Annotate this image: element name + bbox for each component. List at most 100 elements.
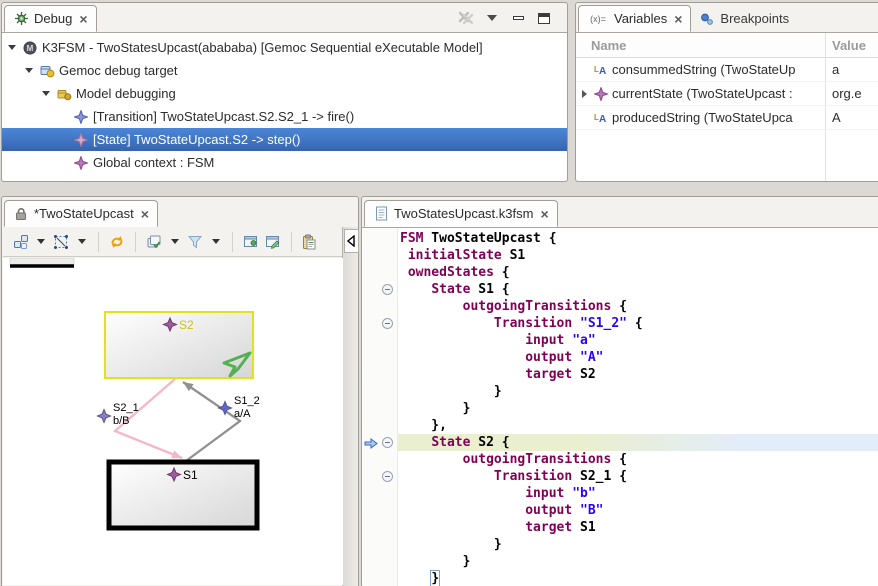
expander-expanded-icon[interactable] (40, 91, 52, 96)
tab-debug[interactable]: Debug × (4, 5, 97, 32)
transition-edge-S1_2[interactable] (183, 382, 240, 461)
code-line[interactable]: State S1 { (398, 281, 878, 298)
tree-item[interactable]: Gemoc debug target (2, 59, 567, 82)
tree-item[interactable]: MK3FSM - TwoStatesUpcast(abababa) [Gemoc… (2, 36, 567, 59)
fold-marker-icon[interactable] (382, 437, 393, 448)
variable-row[interactable]: LAconsummedString (TwoStateUpa (576, 58, 878, 82)
layers-icon[interactable] (144, 230, 165, 254)
object-variable-icon (593, 86, 609, 102)
code-token: S1 (502, 248, 525, 263)
edit-diagram-icon[interactable] (263, 230, 283, 254)
stack-frame-blue-icon (73, 109, 89, 125)
code-line[interactable]: output "B" (398, 502, 878, 519)
code-line[interactable]: initialState S1 (398, 247, 878, 264)
code-token (400, 367, 525, 382)
expander-expanded-icon[interactable] (23, 68, 35, 73)
code-token: { (611, 452, 627, 467)
code-token: "S1_2" (580, 316, 627, 331)
expander-expanded-icon[interactable] (6, 45, 18, 50)
tab-breakpoints[interactable]: Breakpoints (691, 5, 797, 32)
code-line[interactable]: }, (398, 417, 878, 434)
tree-item-label: [Transition] TwoStateUpcast.S2.S2_1 -> f… (93, 109, 354, 124)
code-line[interactable]: ownedStates { (398, 264, 878, 281)
close-icon[interactable]: × (674, 14, 682, 24)
code-line[interactable]: target S1 (398, 519, 878, 536)
variable-name: consummedString (TwoStateUp (612, 62, 796, 77)
dropdown-arrow-icon[interactable] (171, 239, 179, 244)
code-line[interactable]: FSM TwoStateUpcast { (398, 230, 878, 247)
state-label[interactable]: S1 (183, 468, 198, 482)
code-line[interactable]: } (398, 383, 878, 400)
code-token (400, 299, 463, 314)
variable-name: producedString (TwoStateUpca (612, 110, 793, 125)
maximize-icon[interactable] (531, 8, 557, 28)
tree-item-selected[interactable]: [State] TwoStateUpcast.S2 -> step() (2, 128, 567, 151)
partial-state[interactable] (10, 258, 74, 265)
transition-guard-label[interactable]: a/A (234, 408, 251, 420)
code-line[interactable]: target S2 (398, 366, 878, 383)
code-area[interactable]: FSM TwoStateUpcast { initialState S1 own… (398, 228, 878, 586)
fold-marker-icon[interactable] (382, 471, 393, 482)
collapse-palette-icon[interactable] (344, 229, 359, 253)
code-line[interactable]: input "a" (398, 332, 878, 349)
code-token: output (525, 503, 572, 518)
code-line[interactable]: State S2 { (398, 434, 878, 451)
minimize-icon[interactable] (505, 8, 531, 28)
code-line[interactable]: Transition S2_1 { (398, 468, 878, 485)
tab-diagram[interactable]: *TwoStateUpcast × (4, 200, 158, 227)
transition-guard-label[interactable]: b/B (113, 415, 130, 427)
expander-collapsed-icon[interactable] (578, 90, 590, 98)
code-line[interactable]: output "A" (398, 349, 878, 366)
code-line[interactable]: outgoingTransitions { (398, 451, 878, 468)
close-icon[interactable]: × (79, 14, 87, 24)
tree-item[interactable]: [Transition] TwoStateUpcast.S2.S2_1 -> f… (2, 105, 567, 128)
code-line[interactable]: } (398, 553, 878, 570)
tab-variables[interactable]: (x)= Variables × (578, 5, 691, 32)
toolbar-separator (135, 232, 136, 252)
code-token: S2 { (470, 435, 509, 450)
dropdown-arrow-icon[interactable] (37, 239, 45, 244)
transition-label[interactable]: S1_2 (234, 395, 260, 407)
code-line[interactable]: } (398, 536, 878, 553)
code-line[interactable]: } (398, 400, 878, 417)
dropdown-arrow-icon[interactable] (212, 239, 220, 244)
variable-row[interactable]: LAproducedString (TwoStateUpcaA (576, 106, 878, 130)
arrange-icon[interactable] (11, 230, 31, 254)
code-token (400, 316, 494, 331)
paste-icon[interactable] (300, 230, 318, 254)
dropdown-arrow-icon[interactable] (78, 239, 86, 244)
eclipse-window: Debug × MK3FSM - TwoStatesUpcast(abababa… (0, 0, 878, 586)
filter-icon[interactable] (185, 230, 206, 254)
fold-marker-icon[interactable] (382, 318, 393, 329)
column-value[interactable]: Value (823, 38, 866, 53)
code-token: } (400, 554, 470, 569)
code-token (400, 435, 431, 450)
tab-diagram-label: *TwoStateUpcast (34, 206, 134, 221)
tree-item[interactable]: Model debugging (2, 82, 567, 105)
code-token: } (400, 384, 502, 399)
state-label[interactable]: S2 (179, 318, 194, 332)
refresh-icon[interactable] (107, 230, 127, 254)
diagram-canvas[interactable]: S2_1b/B S1_2a/A S2 S1 (3, 258, 343, 585)
code-line[interactable]: outgoingTransitions { (398, 298, 878, 315)
code-line[interactable]: input "b" (398, 485, 878, 502)
variable-name: currentState (TwoStateUpcast : (612, 86, 793, 101)
tree-item[interactable]: Global context : FSM (2, 151, 567, 174)
tab-editor[interactable]: TwoStatesUpcast.k3fsm × (364, 200, 558, 227)
code-line[interactable]: Transition "S1_2" { (398, 315, 878, 332)
tree-item-label: [State] TwoStateUpcast.S2 -> step() (93, 132, 301, 147)
close-icon[interactable]: × (141, 209, 149, 219)
diagram-toolbar (3, 227, 343, 257)
fold-marker-icon[interactable] (382, 284, 393, 295)
view-menu-icon[interactable] (479, 8, 505, 28)
transition-label[interactable]: S2_1 (113, 402, 139, 414)
code-token (400, 503, 525, 518)
select-mode-icon[interactable] (51, 230, 72, 254)
close-icon[interactable]: × (540, 209, 548, 219)
code-token: "A" (580, 350, 603, 365)
export-diagram-icon[interactable] (241, 230, 261, 254)
column-name[interactable]: Name (576, 38, 823, 53)
variable-row[interactable]: currentState (TwoStateUpcast :org.e (576, 82, 878, 106)
tree-item-label: Model debugging (76, 86, 176, 101)
code-line[interactable]: } (398, 570, 878, 586)
